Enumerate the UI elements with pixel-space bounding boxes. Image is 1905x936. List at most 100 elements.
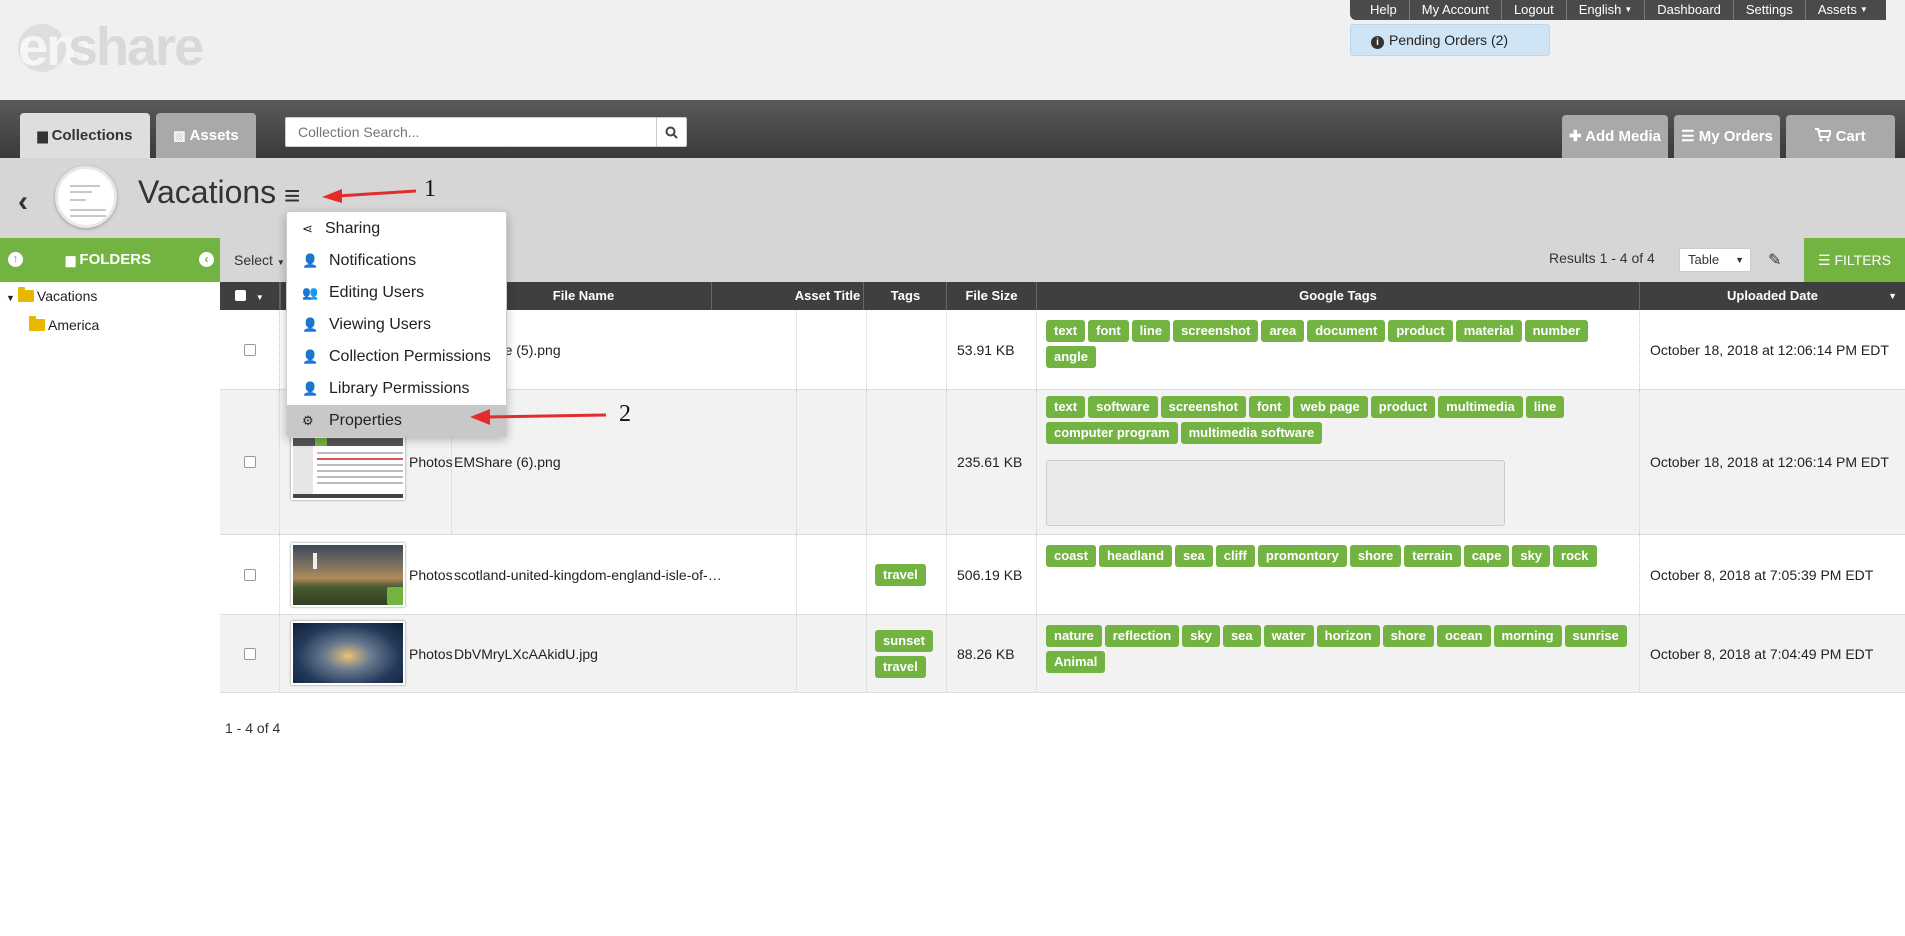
column-file-size[interactable]: File Size: [947, 282, 1037, 310]
google-tag[interactable]: multimedia software: [1180, 422, 1323, 444]
collection-menu-icon[interactable]: ≡: [284, 180, 300, 212]
tab-collections[interactable]: ▆ Collections: [20, 113, 150, 158]
asset-thumbnail[interactable]: [291, 436, 405, 500]
google-tag[interactable]: rock: [1553, 545, 1597, 567]
column-uploaded-date[interactable]: Uploaded Date ▼: [1640, 282, 1905, 310]
nav-my-account[interactable]: My Account: [1410, 0, 1502, 20]
row-checkbox[interactable]: [243, 647, 256, 660]
asset-thumbnail[interactable]: [291, 621, 405, 685]
emshare-logo[interactable]: emshare: [18, 16, 204, 78]
google-tag[interactable]: text: [1046, 320, 1086, 342]
google-tag[interactable]: shore: [1349, 545, 1402, 567]
select-all-checkbox[interactable]: [235, 290, 247, 301]
google-tag[interactable]: text: [1046, 396, 1086, 418]
nav-logout[interactable]: Logout: [1502, 0, 1567, 20]
menu-item-sharing[interactable]: ⋖ Sharing: [287, 213, 506, 245]
caret-down-icon[interactable]: ▼: [256, 293, 264, 302]
nav-dashboard[interactable]: Dashboard: [1645, 0, 1734, 20]
nav-help[interactable]: Help: [1358, 0, 1410, 20]
nav-language[interactable]: English ▼: [1567, 0, 1646, 20]
table-row[interactable]: Photos scotland-united-kingdom-england-i…: [220, 535, 1905, 615]
column-asset-title[interactable]: Asset Title: [792, 282, 864, 310]
google-tag[interactable]: area: [1261, 320, 1305, 342]
collapse-left-icon[interactable]: ‹: [199, 252, 214, 267]
google-tag[interactable]: computer program: [1046, 422, 1178, 444]
google-tag[interactable]: multimedia: [1438, 396, 1523, 418]
menu-item-library-permissions[interactable]: 👤 Library Permissions: [287, 373, 506, 405]
google-tag[interactable]: morning: [1493, 625, 1562, 647]
google-tag[interactable]: product: [1388, 320, 1453, 342]
arrow-up-circle-icon[interactable]: ↑: [8, 252, 23, 267]
menu-item-notifications[interactable]: 👤 Notifications: [287, 245, 506, 277]
asset-thumbnail[interactable]: [291, 543, 405, 607]
google-tag[interactable]: headland: [1098, 545, 1173, 567]
google-tag[interactable]: font: [1248, 396, 1290, 418]
select-dropdown[interactable]: Select ▼: [234, 252, 285, 268]
google-tag[interactable]: cape: [1463, 545, 1510, 567]
nav-assets[interactable]: Assets ▼: [1806, 0, 1880, 20]
google-tag[interactable]: material: [1455, 320, 1522, 342]
google-tag[interactable]: number: [1524, 320, 1589, 342]
menu-item-viewing-users[interactable]: 👤 Viewing Users: [287, 309, 506, 341]
google-tag[interactable]: web page: [1292, 396, 1368, 418]
tag[interactable]: travel: [875, 563, 926, 586]
google-tag[interactable]: horizon: [1316, 625, 1380, 647]
google-tag[interactable]: software: [1088, 396, 1158, 418]
google-tag[interactable]: ocean: [1436, 625, 1491, 647]
cogs-icon: ⚙: [302, 413, 314, 428]
tag[interactable]: sunset: [875, 629, 933, 652]
google-tag[interactable]: nature: [1046, 625, 1102, 647]
table-row[interactable]: Photos DbVMryLXcAAkidU.jpg sunset travel…: [220, 615, 1905, 693]
google-tag[interactable]: document: [1307, 320, 1386, 342]
row-checkbox[interactable]: [243, 456, 256, 468]
row-checkbox[interactable]: [243, 343, 256, 356]
caret-down-icon: ▼: [1888, 291, 1897, 301]
column-google-tags[interactable]: Google Tags: [1037, 282, 1640, 310]
add-media-button[interactable]: ✚ Add Media: [1562, 115, 1668, 158]
google-tag[interactable]: sky: [1182, 625, 1220, 647]
google-tag[interactable]: angle: [1046, 346, 1096, 368]
collection-search-input[interactable]: [286, 118, 656, 146]
google-tag[interactable]: terrain: [1404, 545, 1461, 567]
google-tag[interactable]: coast: [1046, 545, 1096, 567]
menu-item-editing-users[interactable]: 👥 Editing Users: [287, 277, 506, 309]
google-tag[interactable]: promontory: [1257, 545, 1347, 567]
tab-assets[interactable]: ▨ Assets: [156, 113, 256, 158]
file-name[interactable]: DbVMryLXcAAkidU.jpg: [452, 615, 797, 692]
google-tag[interactable]: sky: [1512, 545, 1551, 567]
tag-input-box[interactable]: [1046, 460, 1505, 526]
tag[interactable]: travel: [875, 655, 926, 678]
comment-icon[interactable]: [387, 587, 403, 605]
google-tag[interactable]: line: [1525, 396, 1565, 418]
nav-settings[interactable]: Settings: [1734, 0, 1806, 20]
my-orders-button[interactable]: ☰ My Orders: [1674, 115, 1780, 158]
view-mode-select[interactable]: Table ▼: [1679, 248, 1751, 272]
file-name[interactable]: scotland-united-kingdom-england-isle-of-…: [452, 535, 797, 614]
menu-item-collection-permissions[interactable]: 👤 Collection Permissions: [287, 341, 506, 373]
cart-button[interactable]: Cart: [1786, 115, 1895, 158]
row-checkbox[interactable]: [243, 568, 256, 581]
pending-orders-button[interactable]: i Pending Orders (2): [1350, 24, 1550, 56]
google-tag[interactable]: water: [1263, 625, 1314, 647]
google-tag[interactable]: sea: [1222, 625, 1261, 647]
google-tag[interactable]: font: [1088, 320, 1129, 342]
google-tag[interactable]: line: [1131, 320, 1171, 342]
google-tag[interactable]: sea: [1175, 545, 1213, 567]
tree-item-america[interactable]: America: [29, 316, 99, 333]
google-tag[interactable]: screenshot: [1160, 396, 1246, 418]
edit-icon[interactable]: ✎: [1768, 250, 1781, 270]
back-arrow-icon[interactable]: ‹: [18, 185, 28, 219]
google-tag[interactable]: Animal: [1046, 651, 1106, 673]
google-tag[interactable]: screenshot: [1173, 320, 1259, 342]
google-tag[interactable]: sunrise: [1564, 625, 1627, 647]
google-tag[interactable]: cliff: [1215, 545, 1255, 567]
search-button[interactable]: [656, 118, 686, 146]
google-tag[interactable]: shore: [1382, 625, 1434, 647]
filters-button[interactable]: ☰ FILTERS: [1804, 238, 1905, 282]
column-tags[interactable]: Tags: [865, 282, 947, 310]
tree-item-vacations[interactable]: ▼ Vacations: [6, 287, 97, 304]
google-tag[interactable]: product: [1370, 396, 1436, 418]
caret-down-icon: ▼: [1735, 255, 1744, 265]
google-tag[interactable]: reflection: [1104, 625, 1180, 647]
caret-down-icon[interactable]: ▼: [6, 293, 15, 303]
